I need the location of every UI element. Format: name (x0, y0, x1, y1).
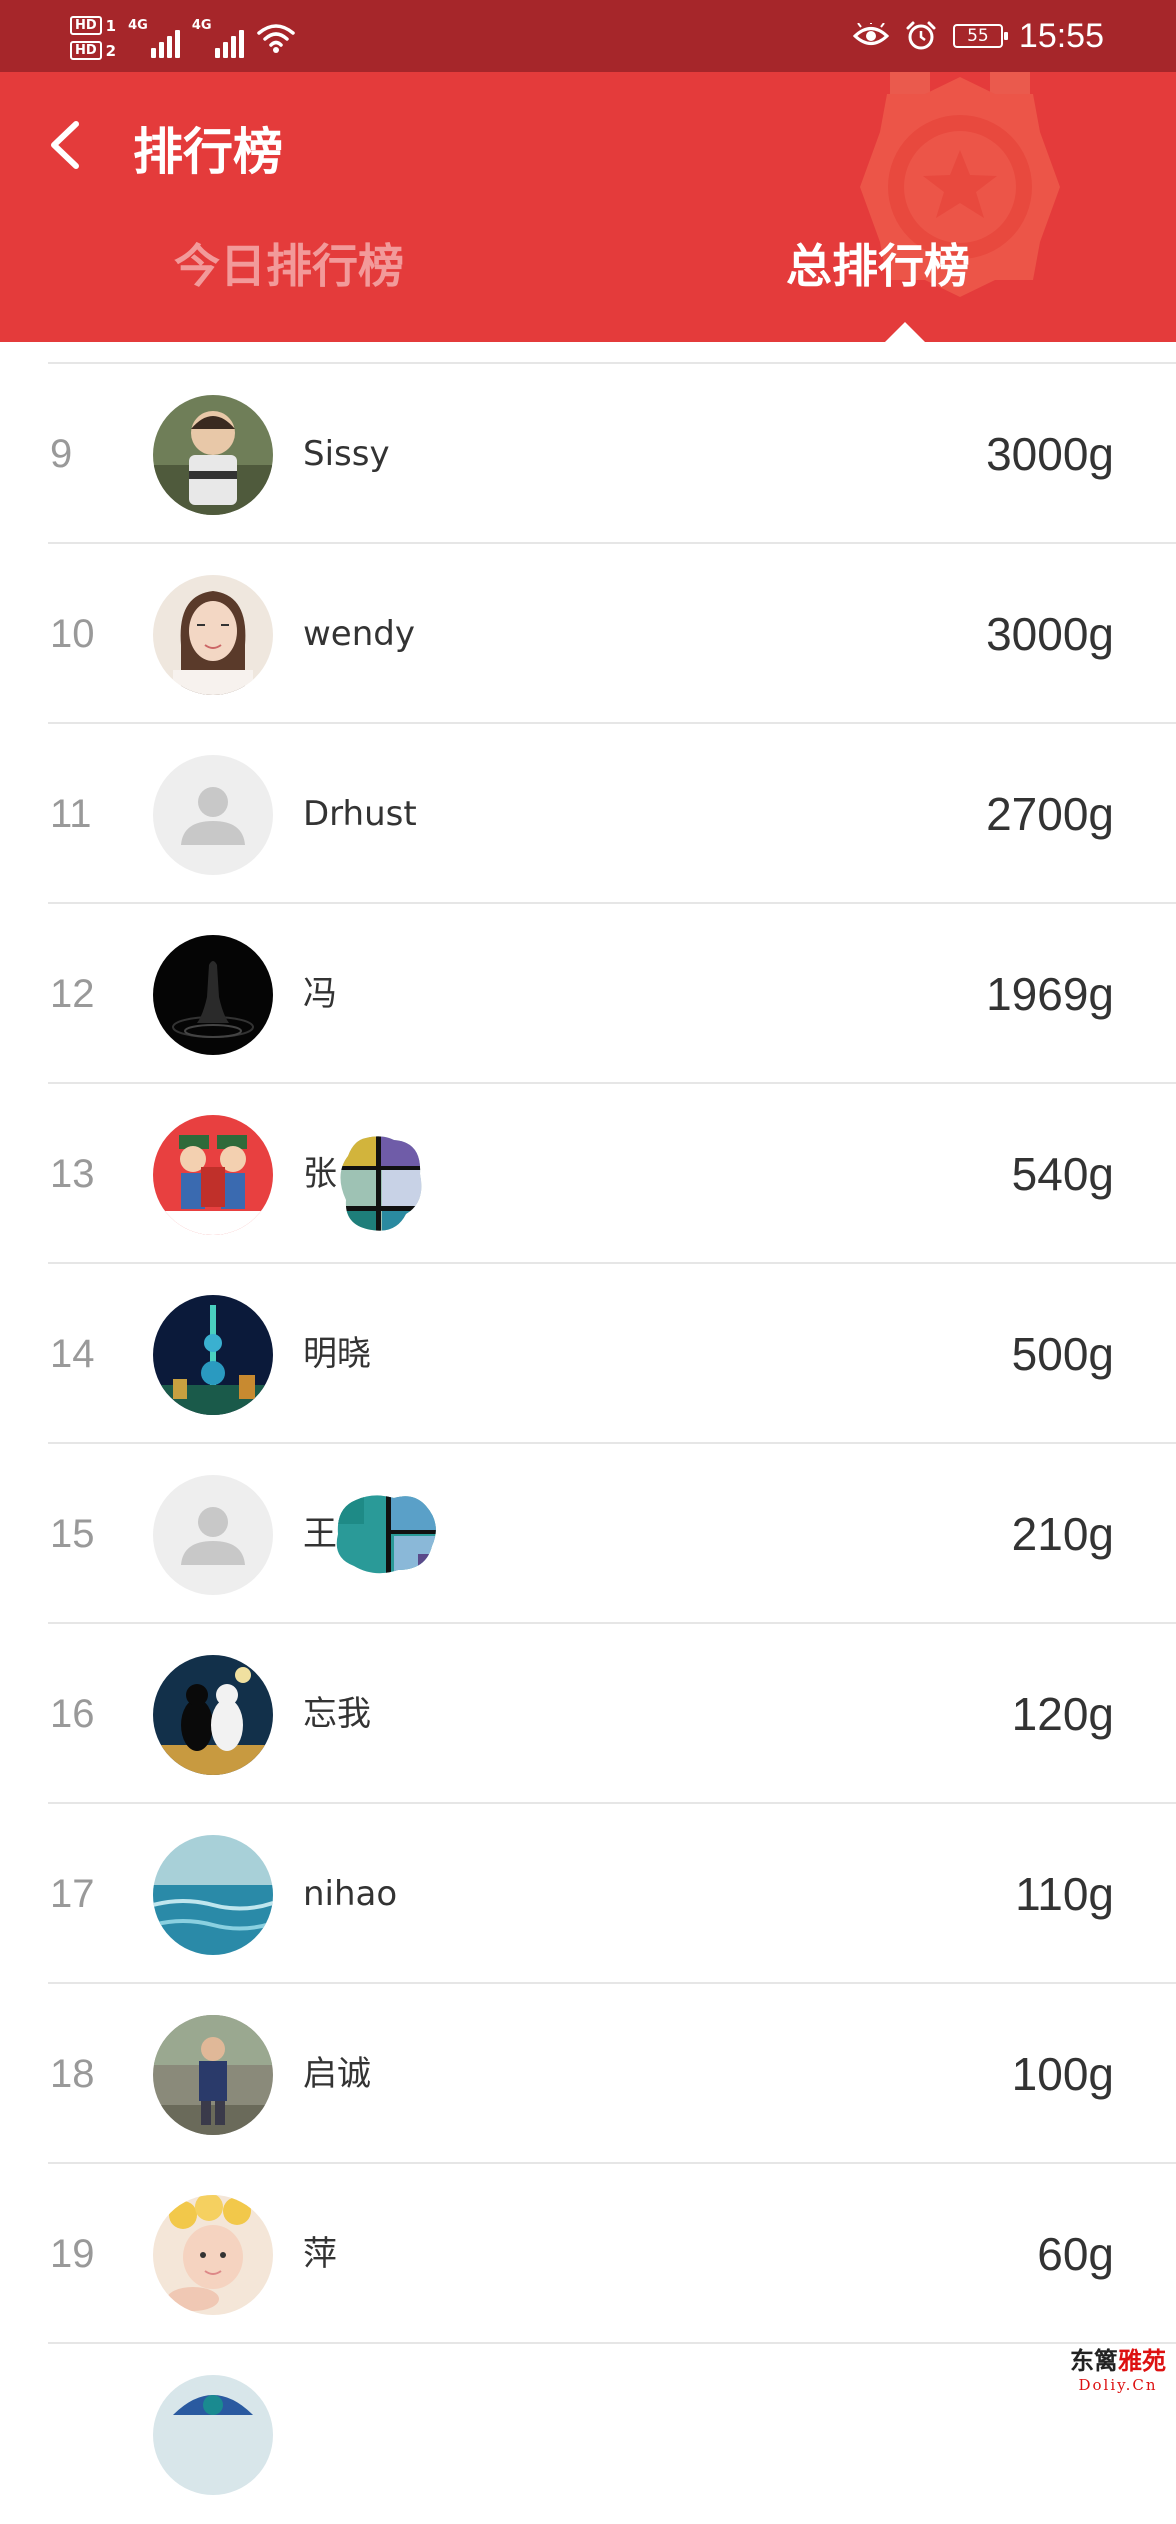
status-time: 15:55 (1018, 16, 1104, 55)
sim1-indicator: HD 1 (70, 16, 116, 35)
back-arrow-icon[interactable] (46, 120, 86, 170)
list-item[interactable]: 12 冯 1969g (0, 904, 1176, 1084)
avatar[interactable] (153, 1295, 273, 1415)
avatar[interactable] (153, 2375, 273, 2495)
watermark-site: Doliy.Cn (1078, 2376, 1158, 2394)
watermark-logo: 东篱雅苑 Doliy.Cn (1070, 2341, 1166, 2394)
score-value: 210g (1011, 1508, 1114, 1560)
score-value: 1969g (986, 968, 1114, 1020)
list-item[interactable]: 9 Sissy 3000g (0, 364, 1176, 544)
list-item[interactable]: 13 张 540g (0, 1084, 1176, 1264)
list-item[interactable]: 17 nihao 110g (0, 1804, 1176, 1984)
mosaic-redaction (340, 1136, 422, 1231)
score-value: 3000g (986, 608, 1114, 660)
rank-number: 10 (50, 612, 95, 656)
avatar[interactable] (153, 575, 273, 695)
mosaic-redaction (336, 1495, 436, 1574)
score-value: 110g (1015, 1868, 1114, 1920)
user-name: 忘我 (303, 1694, 371, 1734)
score-value: 500g (1011, 1328, 1114, 1380)
sim2-indicator: HD 2 (70, 41, 116, 60)
avatar[interactable] (153, 1115, 273, 1235)
list-item[interactable]: 11 Drhust 2700g (0, 724, 1176, 904)
sim1-number: 1 (105, 16, 117, 35)
list-item[interactable]: 19 萍 60g (0, 2164, 1176, 2344)
status-left: HD 1 HD 2 4G 4G (70, 8, 296, 68)
active-tab-indicator (885, 322, 925, 342)
score-value: 2700g (986, 788, 1114, 840)
rank-number: 15 (50, 1512, 95, 1556)
user-name: 明晓 (303, 1334, 371, 1374)
watermark-text-a: 东篱 (1070, 2346, 1118, 2375)
network-type-2: 4G (191, 18, 212, 33)
list-item[interactable]: 15 王 210g (0, 1444, 1176, 1624)
rank-number: 13 (50, 1152, 95, 1196)
rank-number: 16 (50, 1692, 95, 1736)
user-name: Sissy (303, 434, 390, 474)
rank-number: 14 (50, 1332, 95, 1376)
sim2-number: 2 (105, 41, 117, 60)
avatar[interactable] (153, 935, 273, 1055)
user-name: 萍 (303, 2234, 337, 2274)
battery-icon: 55 (952, 24, 1008, 48)
rank-number: 17 (50, 1872, 95, 1916)
signal-icon-sim2: 4G (192, 18, 244, 58)
network-type-1: 4G (128, 18, 148, 33)
score-value: 100g (1011, 2048, 1114, 2100)
score-value: 3000g (986, 428, 1114, 480)
tab-total-ranking[interactable]: 总排行榜 (786, 230, 970, 296)
status-bar: HD 1 HD 2 4G 4G 55 15:55 (0, 0, 1176, 72)
sim2-hd-badge: HD (70, 41, 102, 60)
rank-number: 12 (50, 972, 95, 1016)
user-name: 启诚 (303, 2054, 371, 2094)
rank-number: 19 (50, 2232, 95, 2276)
page-title: 排行榜 (133, 123, 283, 181)
status-right: 55 15:55 (852, 14, 1104, 58)
user-name: 王 (303, 1514, 337, 1554)
alarm-icon (906, 21, 936, 50)
avatar[interactable] (153, 395, 273, 515)
user-name: 冯 (303, 974, 337, 1014)
tab-today-ranking[interactable]: 今日排行榜 (174, 230, 404, 296)
default-person-icon[interactable] (153, 755, 273, 875)
avatar[interactable] (153, 2015, 273, 2135)
user-name: nihao (303, 1874, 398, 1914)
signal-icon-sim1: 4G (128, 18, 180, 58)
avatar[interactable] (153, 2195, 273, 2315)
user-name: 张 (303, 1154, 337, 1194)
sim1-hd-badge: HD (70, 16, 102, 35)
avatar[interactable] (153, 1835, 273, 1955)
app-header: 排行榜 今日排行榜 总排行榜 (0, 72, 1176, 342)
list-item[interactable]: 18 启诚 100g (0, 1984, 1176, 2164)
user-name: wendy (303, 614, 415, 654)
avatar[interactable] (153, 1655, 273, 1775)
score-value: 120g (1011, 1688, 1114, 1740)
sim-indicators: HD 1 HD 2 (70, 16, 116, 60)
score-value: 60g (1037, 2228, 1114, 2280)
wifi-icon (256, 24, 295, 53)
watermark-text-b: 雅苑 (1118, 2346, 1166, 2375)
user-name: Drhust (303, 794, 417, 834)
list-item[interactable]: 14 明晓 500g (0, 1264, 1176, 1444)
eye-comfort-icon (852, 23, 889, 45)
rank-number: 11 (50, 792, 92, 836)
default-person-icon[interactable] (153, 1475, 273, 1595)
list-item[interactable] (0, 2344, 1176, 2524)
score-value: 540g (1011, 1148, 1114, 1200)
list-item[interactable]: 10 wendy 3000g (0, 544, 1176, 724)
rank-number: 9 (50, 432, 73, 476)
rank-number: 18 (50, 2052, 95, 2096)
battery-level: 55 (967, 26, 989, 46)
list-item[interactable]: 16 忘我 120g (0, 1624, 1176, 1804)
